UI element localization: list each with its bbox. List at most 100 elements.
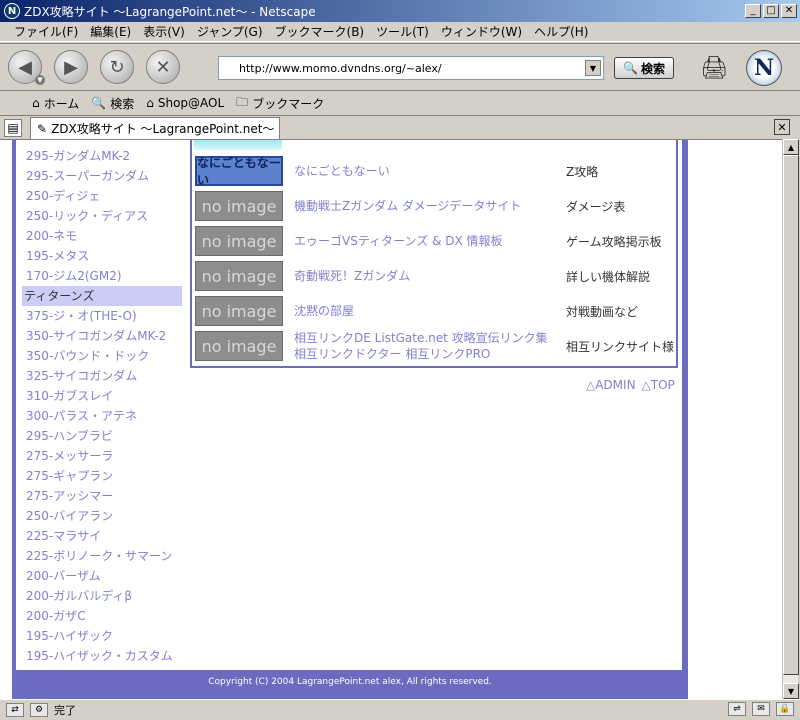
sidebar-item[interactable]: 275-アッシマー	[20, 486, 190, 506]
back-dropdown-icon[interactable]: ▼	[35, 75, 45, 85]
new-tab-icon[interactable]: ▤	[4, 119, 22, 137]
close-button[interactable]: ✕	[781, 4, 797, 18]
sidebar-item[interactable]: 310-ガブスレイ	[20, 386, 190, 406]
link-title[interactable]: 沈黙の部屋	[294, 294, 354, 328]
table-row: no image 沈黙の部屋 対戦動画など	[192, 294, 676, 328]
sidebar-item[interactable]: 200-バーザム	[20, 566, 190, 586]
scroll-down-button[interactable]: ▼	[783, 683, 799, 699]
admin-links: △ADMIN △TOP	[586, 378, 675, 392]
link-title[interactable]: 機動戦士Zガンダム ダメージデータサイト	[294, 189, 521, 223]
minimize-button[interactable]: _	[745, 4, 761, 18]
offline-icon[interactable]: ⚙	[30, 703, 48, 717]
search-label: 検索	[110, 96, 135, 111]
scroll-up-button[interactable]: ▲	[783, 139, 799, 155]
reload-icon: ↻	[109, 56, 125, 78]
sidebar-item[interactable]: 195-ハイザック	[20, 626, 190, 646]
no-image-thumbnail[interactable]: no image	[195, 226, 283, 256]
top-link[interactable]: △TOP	[642, 378, 675, 392]
search-button[interactable]: 🔍 検索	[614, 57, 674, 79]
search-icon: 🔍	[91, 96, 107, 110]
status-right-icons: ⇌ ✉ 🔒	[728, 702, 794, 716]
lock-icon: 🔒	[776, 702, 794, 716]
forward-button[interactable]: ▶	[54, 50, 88, 84]
tab-current[interactable]: ✎ ZDX攻略サイト 〜LagrangePoint.net〜	[30, 117, 280, 139]
search-button-label: 検索	[640, 61, 665, 76]
link-title[interactable]: 奇動戦死！Zガンダム	[294, 259, 410, 293]
page-content: 295-ガンダムMK-2 295-スーパーガンダム 250-ディジェ 250-リ…	[0, 139, 782, 699]
title-bar: N ZDX攻略サイト 〜LagrangePoint.net〜 - Netscap…	[0, 0, 800, 22]
stop-button[interactable]: ✕	[146, 50, 180, 84]
no-image-thumbnail[interactable]: no image	[195, 331, 283, 361]
no-image-thumbnail[interactable]: no image	[195, 296, 283, 326]
menu-tools[interactable]: ツール(T)	[376, 23, 429, 40]
sidebar-item[interactable]: 350-サイコガンダムMK-2	[20, 326, 190, 346]
sidebar-item[interactable]: 295-スーパーガンダム	[20, 166, 190, 186]
scroll-thumb[interactable]	[783, 155, 799, 675]
close-tab-button[interactable]: ✕	[774, 119, 790, 135]
link-title-secondary[interactable]: 相互リンクドクター 相互リンクPRO	[294, 346, 490, 362]
admin-link[interactable]: △ADMIN	[586, 378, 636, 392]
sidebar-item[interactable]: 250-リック・ディアス	[20, 206, 190, 226]
menu-edit[interactable]: 編集(E)	[90, 23, 131, 40]
search-link[interactable]: 🔍 検索	[91, 95, 134, 112]
no-image-thumbnail[interactable]: no image	[195, 191, 283, 221]
sidebar-item[interactable]: 295-ガンダムMK-2	[20, 146, 190, 166]
window-title: ZDX攻略サイト 〜LagrangePoint.net〜 - Netscape	[24, 4, 316, 19]
sidebar-item[interactable]: 200-ガザC	[20, 606, 190, 626]
link-description: Z攻略	[566, 164, 599, 179]
status-bar: ⇄ ⚙ 完了 ⇌ ✉ 🔒	[0, 699, 800, 720]
menu-view[interactable]: 表示(V)	[143, 23, 185, 40]
sidebar-item[interactable]: 275-ギャプラン	[20, 466, 190, 486]
shop-link[interactable]: ⌂ Shop@AOL	[146, 96, 224, 110]
status-text: 完了	[54, 704, 76, 717]
link-title[interactable]: エゥーゴVSティターンズ & DX 情報板	[294, 224, 503, 258]
link-description: 対戦動画など	[566, 304, 639, 319]
menu-window[interactable]: ウィンドウ(W)	[441, 23, 522, 40]
link-banner[interactable]: なにごともなーい	[195, 156, 283, 187]
bookmarks-link[interactable]: 🗀 ブックマーク	[236, 93, 324, 114]
reload-button[interactable]: ↻	[100, 50, 134, 84]
netscape-logo-icon[interactable]: N	[746, 50, 782, 86]
personal-toolbar: ⌂ ホーム 🔍 検索 ⌂ Shop@AOL 🗀 ブックマーク	[0, 92, 800, 114]
link-description: 詳しい機体解説	[566, 269, 651, 284]
navigation-toolbar: ◀ ▼ ▶ ↻ ✕ http://www.momo.dvndns.org/~al…	[0, 43, 800, 91]
sidebar-item[interactable]: 250-ディジェ	[20, 186, 190, 206]
table-row: no image 奇動戦死！Zガンダム 詳しい機体解説	[192, 259, 676, 293]
banner-image	[194, 140, 282, 150]
link-table: なにごともなーい なにごともなーい Z攻略 no image 機動戦士Zガンダム…	[190, 140, 678, 368]
sidebar-item[interactable]: 250-バイアラン	[20, 506, 190, 526]
menu-file[interactable]: ファイル(F)	[14, 23, 78, 40]
print-icon[interactable]: 🖨	[696, 52, 732, 84]
link-title[interactable]: なにごともなーい	[294, 154, 390, 188]
sidebar-item[interactable]: 375-ジ・オ(THE-O)	[20, 306, 190, 326]
sidebar-item[interactable]: 200-ネモ	[20, 226, 190, 246]
url-input[interactable]: http://www.momo.dvndns.org/~alex/ ▼	[218, 56, 604, 80]
sidebar-item[interactable]: 170-ジム2(GM2)	[20, 266, 190, 286]
maximize-button[interactable]: □	[763, 4, 779, 18]
link-description: ダメージ表	[566, 199, 626, 214]
sidebar-item[interactable]: 195-メタス	[20, 246, 190, 266]
sidebar-item[interactable]: 350-バウンド・ドック	[20, 346, 190, 366]
sidebar-item[interactable]: 325-サイコガンダム	[20, 366, 190, 386]
no-image-thumbnail[interactable]: no image	[195, 261, 283, 291]
sidebar-item[interactable]: 200-ガルバルディβ	[20, 586, 190, 606]
menu-help[interactable]: ヘルプ(H)	[534, 23, 588, 40]
menu-go[interactable]: ジャンプ(G)	[197, 23, 263, 40]
menu-bookmarks[interactable]: ブックマーク(B)	[275, 23, 365, 40]
sidebar-item[interactable]: 300-パラス・アテネ	[20, 406, 190, 426]
stop-icon: ✕	[155, 56, 171, 78]
back-button[interactable]: ◀ ▼	[8, 50, 45, 85]
vertical-scrollbar[interactable]: ▲ ▼	[782, 139, 799, 699]
home-label: ホーム	[43, 96, 80, 111]
sidebar-item[interactable]: 225-マラサイ	[20, 526, 190, 546]
sidebar-section-header: ティターンズ	[22, 286, 182, 306]
url-dropdown-icon[interactable]: ▼	[585, 60, 601, 76]
sidebar-item[interactable]: 275-メッサーラ	[20, 446, 190, 466]
sidebar-item[interactable]: 225-ボリノーク・サマーン	[20, 546, 190, 566]
network-icon: ⇄	[6, 703, 24, 717]
sidebar-item[interactable]: 195-ハイザック・カスタム	[20, 646, 190, 666]
table-row: なにごともなーい なにごともなーい Z攻略	[192, 154, 676, 188]
home-link[interactable]: ⌂ ホーム	[32, 95, 79, 112]
link-title[interactable]: 相互リンクDE ListGate.net 攻略宣伝リンク集	[294, 330, 548, 346]
sidebar-item[interactable]: 295-ハンブラビ	[20, 426, 190, 446]
